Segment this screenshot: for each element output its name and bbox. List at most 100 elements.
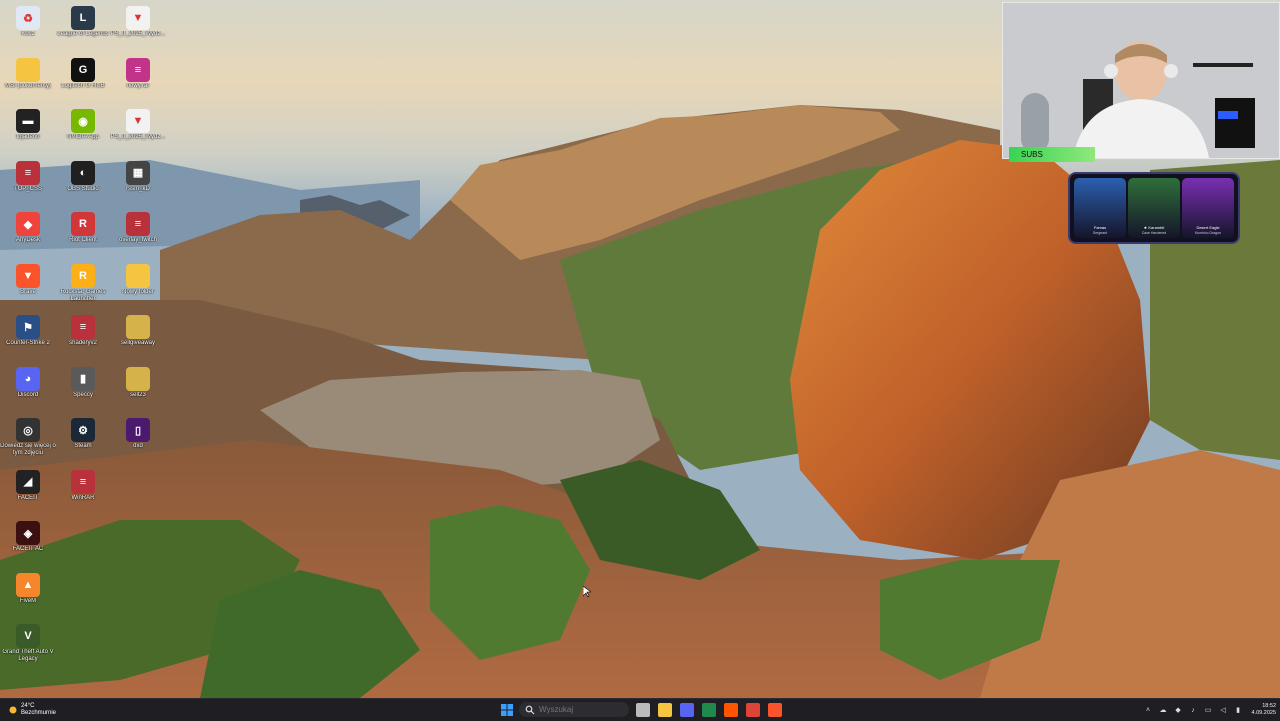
- desktop-shortcut-label: Steam: [74, 443, 92, 449]
- faceit-ac-icon: ◈: [16, 521, 40, 545]
- discord-icon: ◕: [16, 366, 40, 391]
- desktop-shortcut[interactable]: MSI (dokumenty): [0, 56, 56, 90]
- desktop-shortcut-label: Discord: [17, 391, 39, 398]
- winrar-icon: ≡: [71, 469, 95, 494]
- skin-name: Desert Eagle: [1196, 225, 1220, 230]
- taskbar-brave-icon[interactable]: [768, 703, 782, 717]
- folder-icon: [126, 315, 150, 339]
- famas-skin-icon: Famas Sergeant: [1074, 178, 1126, 238]
- desktop-shortcut[interactable]: ▦ rssm_kD: [110, 159, 166, 193]
- network-icon[interactable]: ▭: [1204, 706, 1213, 715]
- mouse-cursor-icon: [583, 586, 591, 598]
- desktop-shortcut[interactable]: ◎ Dowiedz się więcej o tym zdjęciu: [0, 416, 56, 457]
- taskbar-task-view-icon[interactable]: [636, 703, 650, 717]
- desktop-shortcut[interactable]: ◕ Discord: [0, 365, 56, 399]
- steam-icon: ⚙: [71, 418, 95, 442]
- cloud-icon[interactable]: ☁: [1159, 706, 1168, 715]
- desktop-shortcut[interactable]: ◈ FACEIT AC: [0, 519, 56, 553]
- clock-time: 18:52: [1262, 703, 1276, 709]
- weather-widget[interactable]: 24°C Bezchmurnie: [8, 701, 56, 719]
- desktop-shortcut[interactable]: R Riot Client: [55, 210, 111, 244]
- desktop-shortcut[interactable]: ▬ tojadeno: [0, 107, 56, 141]
- desktop-shortcut-label: dxd: [133, 443, 143, 449]
- webcam-overlay: [1002, 2, 1280, 159]
- rar-archive-icon: ≡: [71, 315, 95, 339]
- desktop-shortcut[interactable]: R Rockstar Games Launcher: [55, 262, 111, 303]
- taskbar-file-explorer-icon[interactable]: [658, 703, 672, 717]
- desktop-icon-grid: ♻ Kosz L League of Legends ▼ PS_II_2025_Wydz.…: [0, 0, 170, 698]
- taskbar-clock[interactable]: 18:52 4.09.2025: [1252, 703, 1276, 717]
- desktop-shortcut[interactable]: ≡ WinRAR: [55, 468, 111, 502]
- taskbar-faceit-icon[interactable]: [724, 703, 738, 717]
- desktop-shortcut[interactable]: ▼ PS_II_2025_Wydz...: [110, 4, 166, 38]
- desktop-shortcut[interactable]: ▯ dxd: [110, 416, 166, 450]
- anydesk-icon: ◆: [16, 212, 40, 236]
- desktop-shortcut[interactable]: ≡ overlay_twitch: [110, 210, 166, 244]
- desktop-shortcut[interactable]: ▮ Speccy: [55, 365, 111, 399]
- skin-name: Famas: [1093, 225, 1107, 230]
- desktop-shortcut[interactable]: ◢ FACEIT: [0, 468, 56, 502]
- desktop-shortcut-label: sell23: [130, 391, 146, 398]
- brave-icon: ▼: [16, 263, 40, 288]
- skin-giveaway-banner: Famas Sergeant ★ Karambit Case Hardened Dese…: [1068, 172, 1240, 244]
- desktop-shortcut-label: WinRAR: [71, 494, 95, 501]
- desktop-shortcut[interactable]: V Grand Theft Auto V Legacy: [0, 622, 56, 663]
- desktop-shortcut[interactable]: ≡ TOP_CSS: [0, 159, 56, 193]
- tray-app-icon[interactable]: ◆: [1174, 706, 1183, 715]
- folder-icon: [16, 57, 40, 82]
- desktop-shortcut[interactable]: L League of Legends: [55, 4, 111, 38]
- desktop-shortcut-label: FACEIT: [17, 494, 39, 501]
- start-button[interactable]: [500, 703, 514, 717]
- taskbar: 24°C Bezchmurnie ˄ ☁ ◆ ♪ ▭ ◁ ▮ 18:52 4.0…: [0, 698, 1280, 721]
- desktop-shortcut[interactable]: ⚑ Counter-Strike 2: [0, 313, 56, 347]
- desktop-shortcut-label: Logitech G HUB: [61, 82, 105, 89]
- taskbar-chrome-icon[interactable]: [746, 703, 760, 717]
- desktop-shortcut[interactable]: G Logitech G HUB: [55, 56, 111, 90]
- desktop-shortcut-label: Speccy: [73, 391, 93, 398]
- desktop-shortcut[interactable]: ♻ Kosz: [0, 4, 56, 38]
- desktop-shortcut[interactable]: sellgiveaway: [110, 313, 166, 347]
- desktop-shortcut-label: nowy.rar: [126, 82, 150, 89]
- recycle-bin-icon: ♻: [16, 6, 40, 30]
- desktop-shortcut-label: FACEIT AC: [12, 546, 44, 552]
- desktop-shortcut[interactable]: ≡ shaderyv2: [55, 313, 111, 347]
- taskbar-excel-icon[interactable]: [702, 703, 716, 717]
- desktop-shortcut[interactable]: ▼ Brave: [0, 262, 56, 296]
- clock-date: 4.09.2025: [1251, 710, 1276, 716]
- riot-client-icon: R: [71, 212, 95, 236]
- desktop-shortcut-label: FiveM: [19, 597, 37, 604]
- battery-icon[interactable]: ▮: [1234, 706, 1243, 715]
- karambit-skin-icon: ★ Karambit Case Hardened: [1128, 178, 1180, 238]
- desktop-shortcut-label: tojadeno: [16, 134, 40, 140]
- search-input[interactable]: [539, 705, 619, 714]
- desktop-shortcut-label: Dowiedz się więcej o tym zdjęciu: [0, 443, 56, 456]
- desktop-shortcut[interactable]: ⚙ Steam: [55, 416, 111, 450]
- taskbar-search-box[interactable]: [519, 702, 629, 717]
- shortcut-icon: ▬: [16, 109, 40, 133]
- skin-name: ★ Karambit: [1143, 225, 1165, 230]
- microphone-icon[interactable]: ♪: [1189, 706, 1198, 715]
- desktop-shortcut[interactable]: ≡ nowy.rar: [110, 56, 166, 90]
- folder-icon: [126, 366, 150, 391]
- webcam-feed-image: [1003, 3, 1279, 158]
- desktop-shortcut-label: overlay_twitch: [118, 237, 157, 243]
- desktop-shortcut[interactable]: ▲ FiveM: [0, 571, 56, 605]
- desktop-shortcut-label: Counter-Strike 2: [6, 340, 50, 346]
- volume-icon[interactable]: ◁: [1219, 706, 1228, 715]
- desktop-shortcut-label: shaderyv2: [69, 340, 97, 346]
- desktop-shortcut-label: Nowy folder: [122, 288, 154, 295]
- desktop-shortcut[interactable]: sell23: [110, 365, 166, 399]
- rockstar-icon: R: [71, 263, 95, 288]
- league-of-legends-icon: L: [71, 6, 95, 30]
- desktop-shortcut[interactable]: ◉ NVIDIA App: [55, 107, 111, 141]
- chevron-up-icon[interactable]: ˄: [1144, 706, 1153, 715]
- desktop-shortcut[interactable]: ▼ PS_II_2025_Wydz...: [110, 107, 166, 141]
- desktop-shortcut[interactable]: Nowy folder: [110, 262, 166, 296]
- taskbar-discord-icon[interactable]: [680, 703, 694, 717]
- desktop-shortcut-label: League of Legends: [57, 31, 109, 37]
- desktop-shortcut-label: Brave: [20, 288, 36, 295]
- desktop-shortcut-label: rssm_kD: [126, 185, 150, 192]
- desktop-shortcut[interactable]: ◆ AnyDesk: [0, 210, 56, 244]
- desktop-shortcut-label: NVIDIA App: [67, 134, 99, 140]
- desktop-shortcut[interactable]: ◐ OBS Studio: [55, 159, 111, 193]
